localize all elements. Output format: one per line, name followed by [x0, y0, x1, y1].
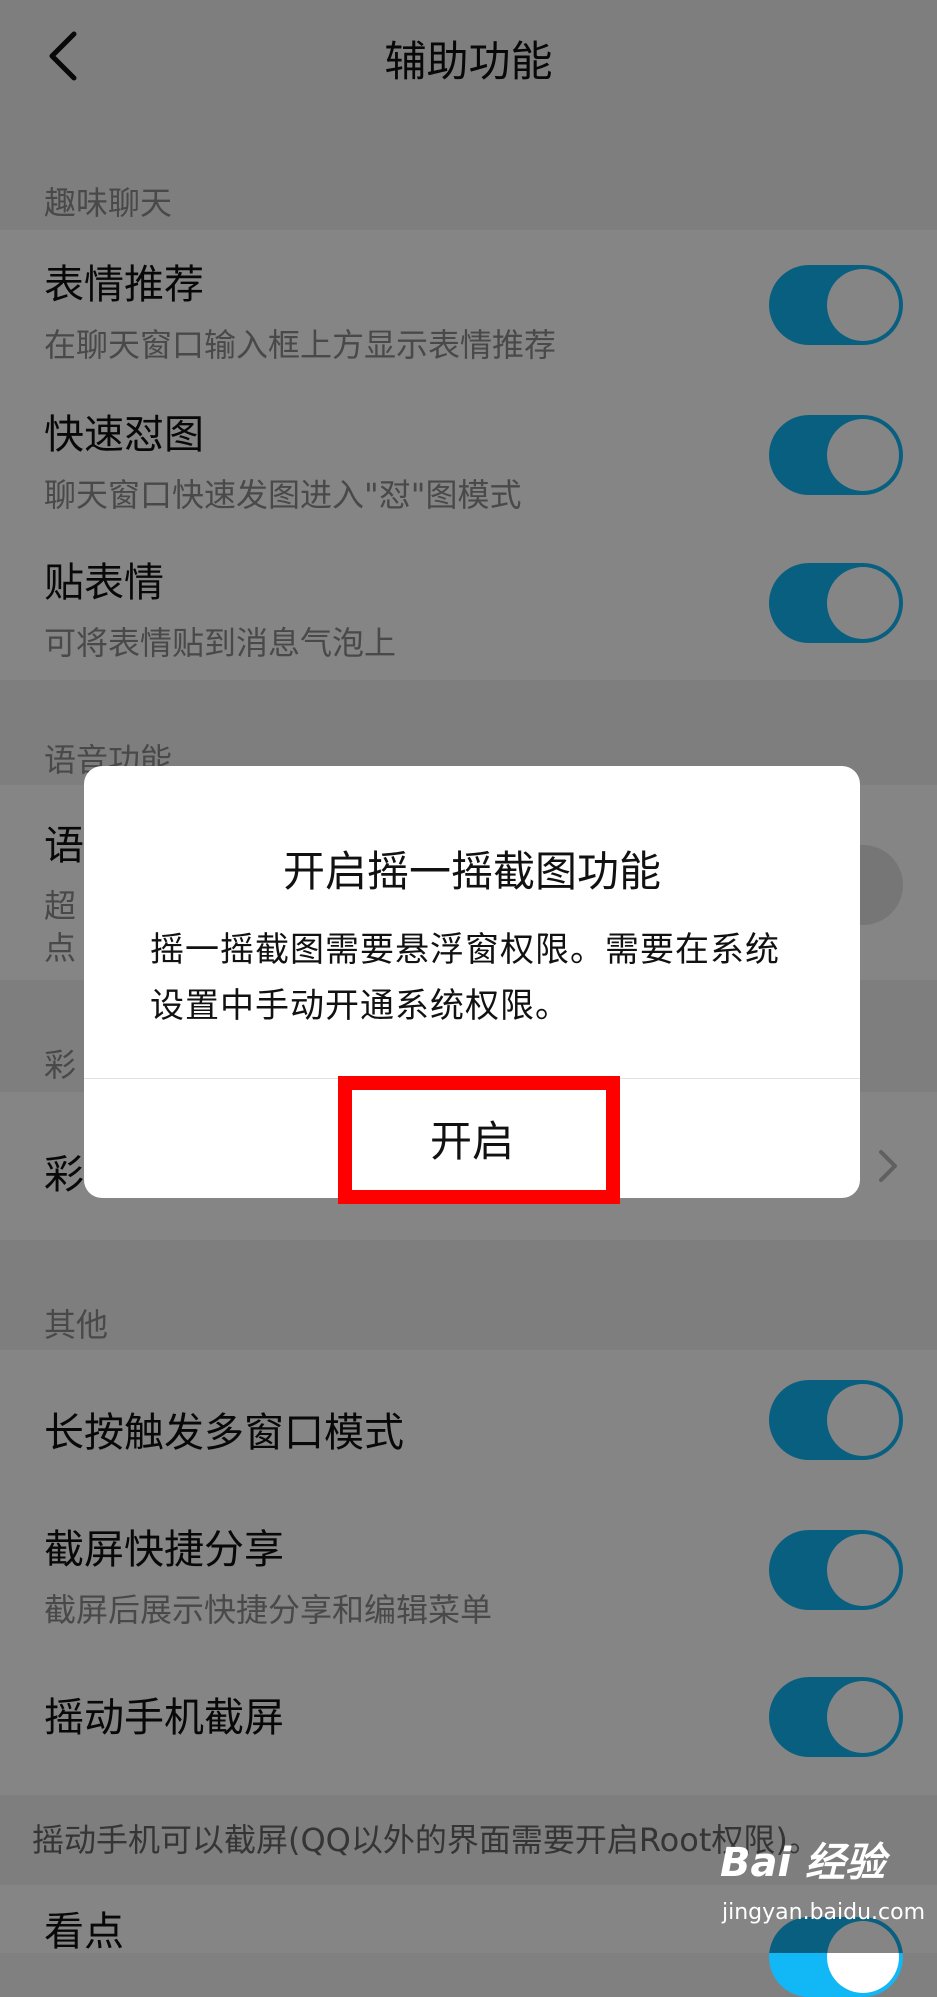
- dialog-title: 开启摇一摇截图功能: [282, 847, 661, 896]
- annotation-highlight-box: [338, 1076, 620, 1204]
- baidu-jingyan-watermark: Bai 经验 jingyan.baidu.com: [718, 1830, 925, 1940]
- watermark-url: jingyan.baidu.com: [722, 1900, 926, 1925]
- watermark-logo: Bai 经验: [720, 1840, 886, 1886]
- dialog-message: 摇一摇截图需要悬浮窗权限。需要在系统设置中手动开通系统权限。: [150, 930, 780, 1026]
